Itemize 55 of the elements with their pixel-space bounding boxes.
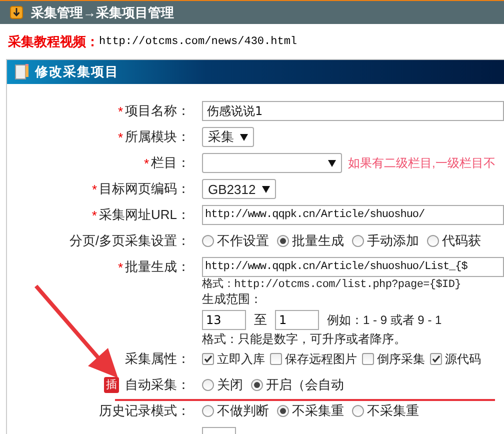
- radio-option[interactable]: 不作设置: [202, 232, 269, 250]
- hint-text: 如果有二级栏目,一级栏目不: [348, 154, 496, 172]
- range-end-field[interactable]: 1: [275, 310, 319, 330]
- field-label: 批量生成：: [125, 258, 190, 276]
- range-start-field[interactable]: 13: [202, 310, 246, 330]
- field-label: 目标网页编码：: [99, 180, 190, 198]
- field-label: 项目名称：: [125, 102, 190, 120]
- field-label: 所属模块：: [125, 128, 190, 146]
- caret-icon: [262, 186, 270, 192]
- field-label: 采集网址URL：: [98, 206, 190, 224]
- checkbox-option[interactable]: 保存远程图片: [270, 350, 357, 368]
- checkbox-option[interactable]: 倒序采集: [362, 350, 425, 368]
- required-mark: *: [118, 260, 123, 274]
- range-separator: 至: [254, 311, 267, 329]
- radio-option[interactable]: 不采集重: [352, 402, 419, 420]
- checkbox-option[interactable]: 立即入库: [202, 350, 265, 368]
- radio-option[interactable]: 批量生成: [277, 232, 344, 250]
- format-hint: 格式：http://otcms.com/list.php?page={$ID}: [202, 278, 461, 292]
- field-label: 分页/多页采集设置：: [69, 232, 190, 250]
- tutorial-label: 采集教程视频：: [8, 33, 99, 51]
- input-field[interactable]: http://www.qqpk.cn/Article/shuoshuo/: [202, 205, 504, 225]
- field-label: 栏目：: [151, 154, 190, 172]
- select-dropdown[interactable]: 采集: [202, 127, 254, 147]
- input-field[interactable]: 伤感说说1: [202, 101, 504, 121]
- select-dropdown[interactable]: [202, 153, 342, 173]
- input-field[interactable]: http://www.qqpk.cn/Article/shuoshuo/List_{$: [202, 257, 504, 277]
- required-mark: *: [144, 156, 149, 170]
- required-mark: *: [92, 208, 97, 222]
- radio-option[interactable]: 代码获: [427, 232, 481, 250]
- radio-option[interactable]: 不采集重: [277, 402, 344, 420]
- panel-title: 修改采集项目: [35, 63, 119, 81]
- checkbox-option[interactable]: 源代码: [430, 350, 481, 368]
- radio-option[interactable]: 不做判断: [202, 402, 269, 420]
- required-mark: *: [92, 182, 97, 196]
- radio-option[interactable]: 手动添加: [352, 232, 419, 250]
- field-label: 采集属性：: [125, 350, 190, 368]
- field-label: 历史记录模式：: [99, 402, 190, 420]
- tutorial-url: http://otcms.com/news/430.html: [99, 36, 298, 48]
- range-note: 格式：只能是数字，可升序或者降序。: [202, 332, 406, 346]
- range-example: 例如：1 - 9 或者 9 - 1: [327, 313, 442, 327]
- required-mark: *: [118, 104, 123, 118]
- checkmark-icon: [203, 354, 213, 364]
- notepad-icon: [15, 64, 29, 80]
- select-dropdown[interactable]: GB2312: [202, 179, 276, 199]
- radio-option[interactable]: 开启（会自动: [251, 376, 344, 394]
- required-mark: *: [118, 130, 123, 144]
- checkmark-icon: [431, 354, 441, 364]
- radio-option[interactable]: 关闭: [202, 376, 243, 394]
- plugin-badge: 插: [104, 377, 119, 393]
- caret-icon: [240, 134, 248, 140]
- range-label: 生成范围：: [202, 292, 262, 306]
- caret-icon: [328, 160, 336, 166]
- download-arrow-icon: [10, 6, 23, 19]
- field-label: 自动采集：: [125, 376, 190, 394]
- page-title: 采集管理→采集项目管理: [31, 4, 174, 22]
